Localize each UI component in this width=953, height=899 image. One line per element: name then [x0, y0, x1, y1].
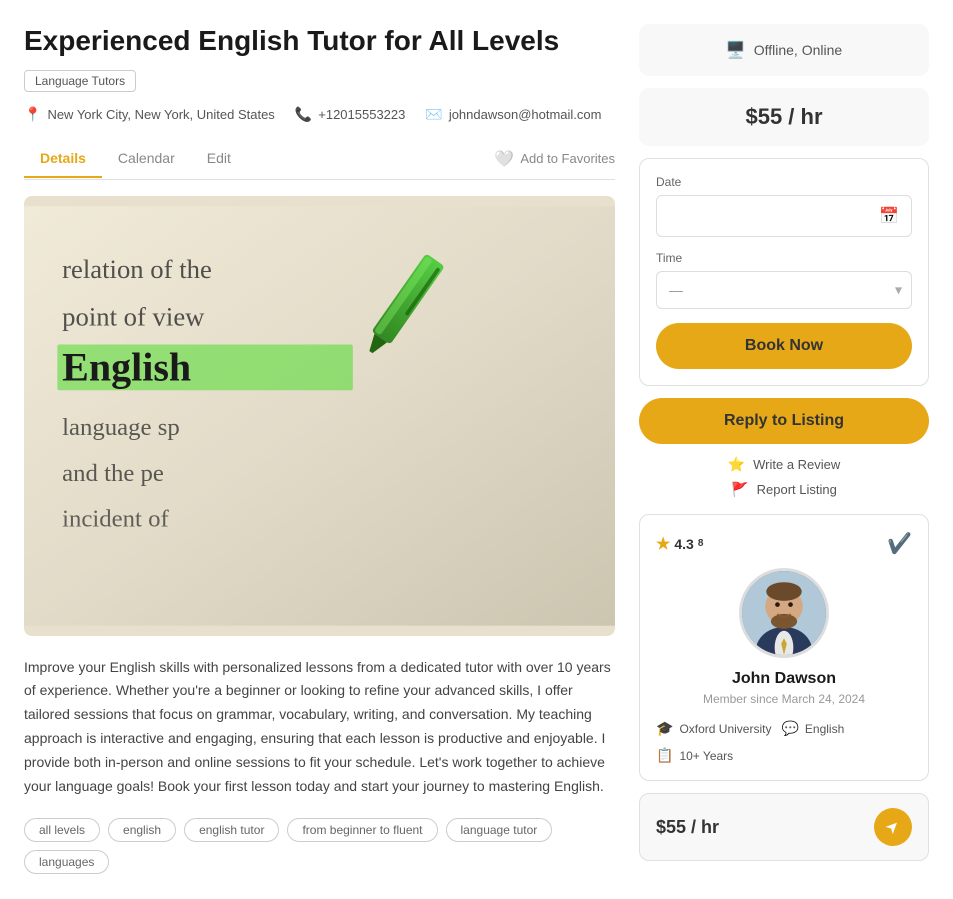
- listing-image: relation of the point of view English la…: [24, 196, 615, 636]
- university-item: 🎓 Oxford University: [656, 720, 771, 737]
- tabs-bar: Details Calendar Edit 🤍 Add to Favorites: [24, 139, 615, 180]
- email-link[interactable]: johndawson@hotmail.com: [449, 107, 602, 122]
- svg-text:point of view: point of view: [62, 301, 205, 331]
- reply-to-listing-button[interactable]: Reply to Listing: [639, 398, 929, 444]
- monitor-icon: 🖥️: [726, 40, 746, 60]
- date-group: Date 📅: [656, 175, 912, 237]
- book-now-button[interactable]: Book Now: [656, 323, 912, 369]
- rating-row: ★ 4.3 8 ✔️: [656, 531, 912, 556]
- calendar-icon: 📅: [879, 206, 899, 226]
- send-button[interactable]: ➤: [874, 808, 912, 846]
- tutor-name: John Dawson: [656, 670, 912, 688]
- tab-edit[interactable]: Edit: [191, 140, 247, 178]
- time-select-wrapper: — ▾: [656, 271, 912, 309]
- report-listing-link[interactable]: 🚩 Report Listing: [639, 481, 929, 498]
- rating-display: ★ 4.3 8: [656, 534, 703, 554]
- location-item: 📍 New York City, New York, United States: [24, 106, 275, 123]
- tag-english[interactable]: english: [108, 818, 176, 842]
- write-review-link[interactable]: ⭐ Write a Review: [639, 456, 929, 473]
- location-text: New York City, New York, United States: [47, 107, 274, 122]
- experience-item: 📋 10+ Years: [656, 747, 733, 764]
- rating-value: 4.3: [674, 536, 693, 552]
- tag-all-levels[interactable]: all levels: [24, 818, 100, 842]
- phone-item: 📞 +12015553223: [295, 106, 406, 123]
- time-select[interactable]: —: [656, 271, 912, 309]
- graduation-icon: 🎓: [656, 720, 673, 737]
- date-input[interactable]: [669, 208, 879, 224]
- phone-icon: 📞: [295, 106, 312, 123]
- meta-row: 📍 New York City, New York, United States…: [24, 106, 615, 123]
- svg-text:and the pe: and the pe: [62, 459, 164, 486]
- time-group: Time — ▾: [656, 251, 912, 309]
- tab-details[interactable]: Details: [24, 140, 102, 178]
- phone-text: +12015553223: [318, 107, 405, 122]
- tag-language-tutor[interactable]: language tutor: [446, 818, 553, 842]
- write-review-label: Write a Review: [753, 457, 840, 472]
- email-icon: ✉️: [425, 106, 442, 123]
- listing-description: Improve your English skills with persona…: [24, 656, 615, 799]
- tags-row: all levels english english tutor from be…: [24, 818, 615, 874]
- date-label: Date: [656, 175, 912, 189]
- experience-text: 10+ Years: [679, 749, 733, 763]
- flag-icon: 🚩: [731, 481, 748, 498]
- verified-icon: ✔️: [887, 531, 912, 556]
- tutor-card: ★ 4.3 8 ✔️: [639, 514, 929, 781]
- rating-superscript: 8: [698, 538, 704, 549]
- listing-title: Experienced English Tutor for All Levels: [24, 24, 615, 58]
- svg-text:language sp: language sp: [62, 414, 180, 441]
- tutor-avatar-wrapper: [656, 568, 912, 658]
- tab-calendar[interactable]: Calendar: [102, 140, 191, 178]
- action-links: ⭐ Write a Review 🚩 Report Listing: [639, 456, 929, 498]
- send-icon: ➤: [881, 815, 905, 839]
- booking-card: Date 📅 Time — ▾ Book Now: [639, 158, 929, 386]
- price-display: $55 / hr: [655, 104, 913, 130]
- location-icon: 📍: [24, 106, 41, 123]
- svg-text:English: English: [62, 344, 191, 389]
- price-card: $55 / hr: [639, 88, 929, 146]
- bottom-price: $55 / hr: [656, 817, 719, 838]
- tag-english-tutor[interactable]: english tutor: [184, 818, 279, 842]
- tag-beginner-to-fluent[interactable]: from beginner to fluent: [287, 818, 437, 842]
- email-item[interactable]: ✉️ johndawson@hotmail.com: [425, 106, 601, 123]
- mode-card: 🖥️ Offline, Online: [639, 24, 929, 76]
- star-icon: ⭐: [728, 456, 745, 473]
- tag-languages[interactable]: languages: [24, 850, 109, 874]
- experience-icon: 📋: [656, 747, 673, 764]
- university-text: Oxford University: [679, 722, 771, 736]
- time-label: Time: [656, 251, 912, 265]
- add-to-favorites-btn[interactable]: 🤍 Add to Favorites: [494, 139, 615, 179]
- favorites-label: Add to Favorites: [520, 151, 615, 166]
- svg-text:incident of: incident of: [62, 505, 169, 532]
- language-text: English: [805, 722, 844, 736]
- category-badge[interactable]: Language Tutors: [24, 70, 136, 92]
- tutor-details: 🎓 Oxford University 💬 English 📋 10+ Year…: [656, 720, 912, 764]
- report-label: Report Listing: [757, 482, 837, 497]
- svg-text:relation of the: relation of the: [62, 253, 212, 283]
- bottom-bar: $55 / hr ➤: [639, 793, 929, 861]
- date-input-wrapper[interactable]: 📅: [656, 195, 912, 237]
- tutor-avatar: [739, 568, 829, 658]
- heart-icon: 🤍: [494, 149, 514, 169]
- mode-label: Offline, Online: [754, 42, 842, 58]
- mode-row: 🖥️ Offline, Online: [655, 40, 913, 60]
- tutor-since: Member since March 24, 2024: [656, 692, 912, 706]
- language-icon: 💬: [781, 720, 798, 737]
- rating-star-icon: ★: [656, 534, 670, 554]
- language-item: 💬 English: [781, 720, 844, 737]
